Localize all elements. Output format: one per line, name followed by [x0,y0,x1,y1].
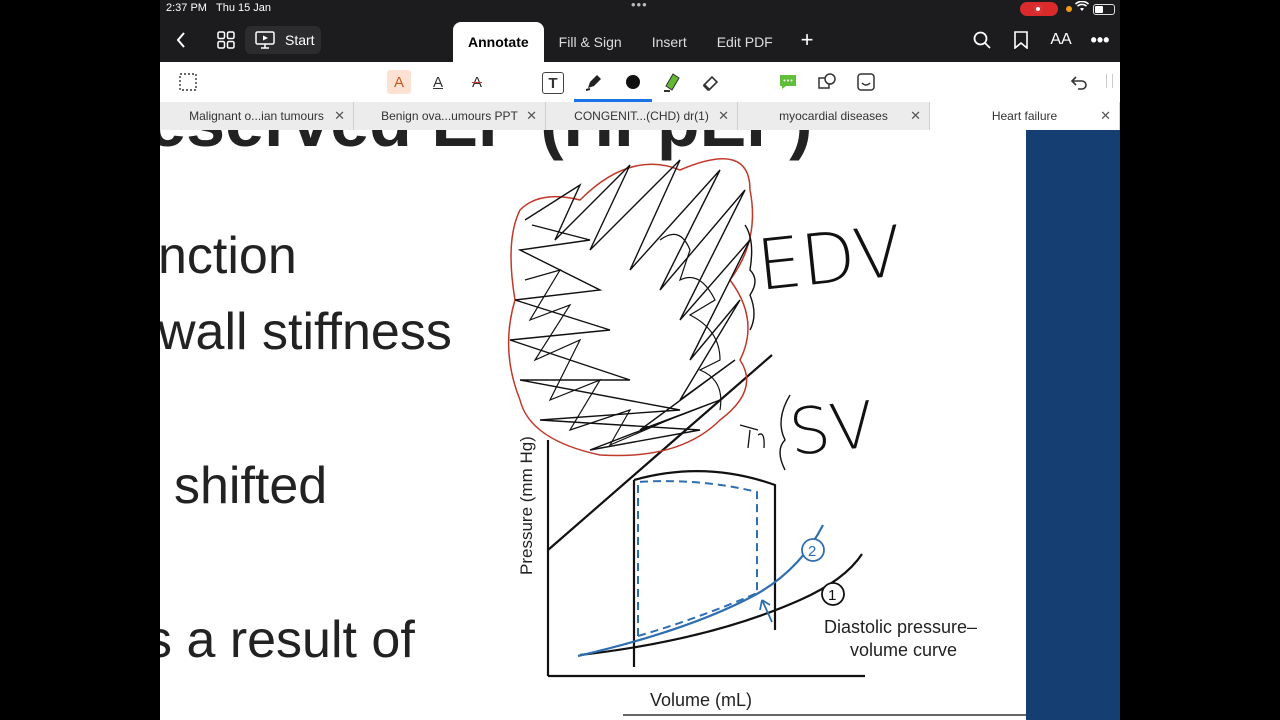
doc-tab-label: Benign ova...umours PPT [381,109,518,123]
pv-loop-normal [632,470,777,667]
text-size-icon[interactable]: AA [1048,18,1074,62]
pressure-volume-diagram: Pressure (mm Hg) Volume (mL) 1 2 Diastol… [507,158,1026,716]
dashed-filling-curve [637,592,758,637]
pen-tool-icon[interactable] [582,70,606,94]
pdf-page[interactable]: reserved EF (HFpEF) nction wall stiffnes… [160,130,1026,720]
comment-tool-icon[interactable] [776,70,800,94]
text-strikethrough-icon[interactable]: A [465,70,489,94]
search-icon[interactable] [971,18,993,62]
doc-tab-active[interactable]: Heart failure ✕ [930,102,1120,130]
more-options-icon[interactable]: ••• [1088,18,1112,62]
doc-tab-label: CONGENIT...(CHD) dr(1) [574,109,709,123]
curve-label-line1: Diastolic pressure– [824,617,977,637]
doc-tab[interactable]: Benign ova...umours PPT ✕ [354,102,546,130]
battery-icon [1093,4,1115,15]
text-box-icon[interactable]: T [542,72,564,94]
close-tab-icon[interactable]: ✕ [526,108,537,124]
multitask-dots-icon[interactable]: ••• [631,0,648,12]
sticker-tool-icon[interactable] [854,70,878,94]
handwritten-sv-label: SV [786,388,878,470]
mic-indicator-icon [1066,6,1072,12]
handwritten-small-mark [739,424,765,449]
espvr-line [547,354,773,551]
doc-tab-label: myocardial diseases [779,109,888,123]
annotation-toolbar: A A A T [160,62,1120,103]
document-tabs: Malignant o...ian tumours ✕ Benign ova..… [160,102,1120,130]
doc-tab[interactable]: CONGENIT...(CHD) dr(1) ✕ [546,102,738,130]
undo-icon[interactable] [1067,70,1091,94]
doc-tab[interactable]: myocardial diseases ✕ [738,102,930,130]
doc-tab-label: Heart failure [991,109,1058,123]
top-nav-bar: Start Annotate Fill & Sign Insert Edit P… [160,18,1120,62]
text-highlight-icon[interactable]: A [387,70,411,94]
slide-accent-bar [1026,130,1120,720]
add-tool-plus-icon[interactable]: + [797,18,817,62]
handwritten-edv-label: EDV [753,210,906,307]
close-tab-icon[interactable]: ✕ [334,108,345,124]
diastolic-curve-2 [577,524,824,658]
ipad-screen: 2:37 PM Thu 15 Jan ••• Start Annotate Fi… [160,0,1120,720]
tab-insert[interactable]: Insert [637,22,702,62]
tab-fill-sign[interactable]: Fill & Sign [544,22,637,62]
back-chevron-icon[interactable] [170,18,192,62]
mode-tabs: Annotate Fill & Sign Insert Edit PDF [453,22,788,62]
status-bar: 2:37 PM Thu 15 Jan ••• [160,0,1120,18]
status-date: Thu 15 Jan [216,2,272,14]
close-tab-icon[interactable]: ✕ [1100,108,1111,124]
doc-tab[interactable]: Malignant o...ian tumours ✕ [160,102,354,130]
pv-loop-dashed [637,480,758,636]
thumbnail-grid-icon[interactable] [216,18,236,62]
close-tab-icon[interactable]: ✕ [910,108,921,124]
start-label: Start [285,32,315,48]
pen-color-dot-icon[interactable] [621,70,645,94]
curve-marker-2-label: 2 [808,543,816,560]
toolbar-collapse-handle-icon[interactable] [1106,74,1113,88]
presentation-icon [255,31,275,49]
curve-marker-1-label: 1 [828,587,836,604]
status-time: 2:37 PM [166,2,207,14]
close-tab-icon[interactable]: ✕ [718,108,729,124]
screen-record-icon[interactable] [1020,2,1058,16]
marquee-select-icon[interactable] [176,70,200,94]
eraser-tool-icon[interactable] [699,70,723,94]
curve-label-line2: volume curve [850,640,957,660]
bookmark-icon[interactable] [1013,18,1029,62]
text-underline-icon[interactable]: A [426,70,450,94]
y-axis-label: Pressure (mm Hg) [517,436,536,575]
doc-tab-label: Malignant o...ian tumours [189,109,324,123]
wifi-icon [1074,0,1090,15]
highlighter-tool-icon[interactable] [660,70,684,94]
tab-annotate[interactable]: Annotate [453,22,544,62]
tab-edit-pdf[interactable]: Edit PDF [702,22,788,62]
shapes-tool-icon[interactable] [815,70,839,94]
x-axis-label: Volume (mL) [650,690,752,710]
start-presentation-button[interactable]: Start [245,26,321,54]
diastolic-curve-1 [579,553,863,657]
